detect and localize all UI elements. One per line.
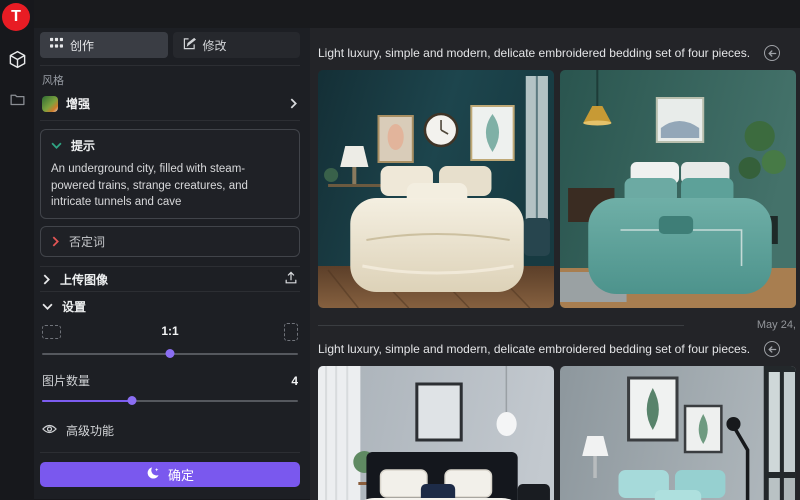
rail-item-files[interactable] xyxy=(0,84,34,114)
settings-label: 设置 xyxy=(62,298,86,315)
grid-icon xyxy=(50,37,63,53)
app-logo[interactable]: T xyxy=(2,3,30,31)
tab-modify-label: 修改 xyxy=(203,37,227,54)
prompt-input[interactable]: An underground city, filled with steam-p… xyxy=(51,161,289,211)
mode-tabs: 创作 修改 xyxy=(40,32,300,58)
prompt-label: 提示 xyxy=(71,137,95,154)
eye-icon xyxy=(42,423,57,438)
tab-create[interactable]: 创作 xyxy=(40,32,168,58)
left-rail: T xyxy=(0,0,34,500)
upload-image-label: 上传图像 xyxy=(60,271,108,288)
image-count-slider[interactable] xyxy=(42,396,298,406)
style-selector[interactable]: 增强 xyxy=(42,95,298,112)
confirm-button-label: 确定 xyxy=(168,465,194,484)
style-label: 风格 xyxy=(42,72,298,88)
advanced-features-toggle[interactable]: 高级功能 xyxy=(40,422,300,439)
image-count-value: 4 xyxy=(291,374,298,388)
feed-prompt-row: Light luxury, simple and modern, delicat… xyxy=(318,42,796,64)
rail-item-generate[interactable] xyxy=(0,44,34,74)
image-grid-row-1 xyxy=(318,70,796,308)
moon-icon xyxy=(146,466,160,483)
generated-image[interactable] xyxy=(318,70,554,308)
chevron-right-icon xyxy=(42,274,51,285)
feed-prompt-row: Light luxury, simple and modern, delicat… xyxy=(318,338,796,360)
tab-modify[interactable]: 修改 xyxy=(173,32,301,58)
chevron-down-icon xyxy=(51,141,62,150)
generated-image[interactable] xyxy=(560,70,796,308)
style-thumbnail xyxy=(42,96,58,112)
tab-create-label: 创作 xyxy=(70,37,94,54)
aspect-ratio-value: 1:1 xyxy=(40,324,300,338)
negative-prompt-box[interactable]: 否定词 xyxy=(40,226,300,257)
reuse-prompt-icon[interactable] xyxy=(764,341,780,357)
feed-date-row: May 24, xyxy=(318,318,796,332)
image-count-label: 图片数量 xyxy=(42,372,90,389)
feed-prompt-text: Light luxury, simple and modern, delicat… xyxy=(318,342,750,356)
advanced-features-label: 高级功能 xyxy=(66,422,114,439)
divider xyxy=(318,325,684,326)
chevron-down-icon xyxy=(42,302,53,311)
portrait-ratio-icon[interactable] xyxy=(284,323,298,341)
prompt-box[interactable]: 提示 An underground city, filled with stea… xyxy=(40,129,300,219)
generation-form: 创作 修改 风格 增强 xyxy=(34,28,310,499)
image-grid-row-2 xyxy=(318,366,796,500)
aspect-ratio-slider-thumb[interactable] xyxy=(166,349,175,358)
feed-date: May 24, xyxy=(757,319,796,331)
settings-section-header[interactable]: 设置 xyxy=(40,292,300,320)
control-panel: 创作 修改 风格 增强 xyxy=(34,28,310,500)
folder-icon xyxy=(9,91,26,108)
generated-image[interactable] xyxy=(560,366,796,500)
reuse-prompt-icon[interactable] xyxy=(764,45,780,61)
generated-image[interactable] xyxy=(318,366,554,500)
divider xyxy=(40,452,300,453)
app-window: T xyxy=(0,0,800,500)
image-count-row: 图片数量 4 xyxy=(40,372,300,389)
aspect-ratio-row: 1:1 xyxy=(40,322,300,342)
feed-prompt-text: Light luxury, simple and modern, delicat… xyxy=(318,46,750,60)
chevron-right-icon xyxy=(289,98,298,109)
edit-icon xyxy=(183,37,196,53)
image-count-slider-thumb[interactable] xyxy=(127,396,136,405)
negative-prompt-label: 否定词 xyxy=(69,233,105,250)
upload-image-row[interactable]: 上传图像 xyxy=(40,266,300,292)
style-section: 风格 增强 xyxy=(40,65,300,121)
cube-icon xyxy=(8,50,27,69)
style-selected-value: 增强 xyxy=(66,95,90,112)
aspect-ratio-slider[interactable] xyxy=(42,349,298,359)
chevron-right-icon xyxy=(51,236,60,247)
upload-icon[interactable] xyxy=(284,271,298,288)
generation-feed: Light luxury, simple and modern, delicat… xyxy=(310,28,800,500)
confirm-button[interactable]: 确定 xyxy=(40,462,300,487)
